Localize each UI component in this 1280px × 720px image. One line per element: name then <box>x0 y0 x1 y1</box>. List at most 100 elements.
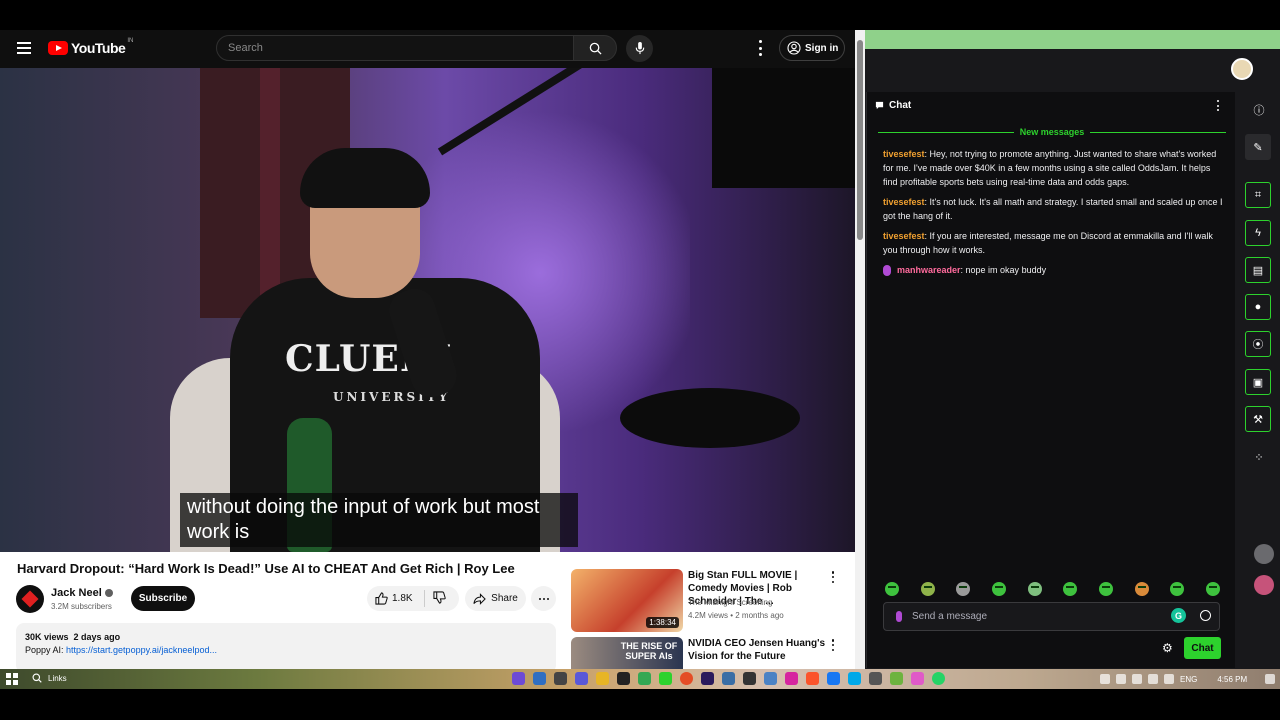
taskbar-app-icon[interactable] <box>617 672 630 685</box>
taskbar-app-icon[interactable] <box>638 672 651 685</box>
emoji-picker-icon[interactable] <box>1200 610 1211 621</box>
upload-date: 2 days ago <box>73 632 121 642</box>
youtube-header: YouTube IN Search Sign in <box>0 30 855 68</box>
system-tray: ENG 4:56 PM <box>1100 674 1276 684</box>
taskbar-app-icon[interactable] <box>827 672 840 685</box>
recommendation-item[interactable]: 1:38:34 Big Stan FULL MOVIE | Comedy Mov… <box>571 569 841 633</box>
notifications-icon[interactable] <box>1265 674 1276 684</box>
search-button[interactable] <box>573 35 617 61</box>
bottom-letterbox <box>0 689 1280 720</box>
speech-bubble-icon[interactable]: ● <box>1245 294 1271 320</box>
brave-icon[interactable] <box>806 672 819 685</box>
emote-icon[interactable] <box>1134 582 1149 596</box>
more-actions-button[interactable] <box>531 586 556 611</box>
emote-icon[interactable] <box>1027 582 1042 596</box>
taskbar-search[interactable]: Links <box>32 673 67 683</box>
share-button[interactable]: Share <box>465 586 526 611</box>
scrollbar-thumb[interactable] <box>857 40 863 240</box>
chrome-icon[interactable] <box>680 672 693 685</box>
user-badge-icon[interactable] <box>1254 575 1274 595</box>
chat-options-icon[interactable] <box>1215 100 1221 111</box>
emote-icon[interactable] <box>1205 582 1220 596</box>
folder-icon[interactable] <box>596 672 609 685</box>
info-icon[interactable]: ⓘ <box>1250 101 1268 119</box>
taskbar-app-icon[interactable] <box>764 672 777 685</box>
emote-icon[interactable] <box>1098 582 1113 596</box>
description-box[interactable]: 30K views 2 days ago Poppy AI: https://s… <box>16 623 556 669</box>
recommendation-menu-icon[interactable] <box>830 571 836 583</box>
language-indicator[interactable]: ENG <box>1180 675 1197 684</box>
taskbar-app-icon[interactable] <box>659 672 672 685</box>
apps-icon[interactable] <box>1254 544 1274 564</box>
taskbar-app-icon[interactable] <box>533 672 546 685</box>
taskbar-app-icon[interactable] <box>848 672 861 685</box>
taskbar-app-icon[interactable] <box>512 672 525 685</box>
microphone-icon[interactable] <box>896 611 902 622</box>
sign-in-button[interactable]: Sign in <box>779 35 845 61</box>
voice-search-button[interactable] <box>626 35 653 62</box>
logo-region: IN <box>127 38 134 44</box>
chat-username[interactable]: tivesefest <box>883 231 925 241</box>
chat-username[interactable]: manhwareader <box>897 265 961 275</box>
menu-icon[interactable] <box>17 42 31 54</box>
instagram-icon[interactable] <box>785 672 798 685</box>
recommendation-menu-icon[interactable] <box>830 639 836 651</box>
whatsapp-icon[interactable] <box>932 672 945 685</box>
settings-menu-icon[interactable] <box>755 40 765 56</box>
microphone-tray-icon[interactable] <box>1116 674 1126 684</box>
document-icon[interactable]: ▤ <box>1245 257 1271 283</box>
lightning-icon[interactable]: ϟ <box>1245 220 1271 246</box>
screenshot-icon[interactable]: ⌗ <box>1245 182 1271 208</box>
printer-icon[interactable]: ▣ <box>1245 369 1271 395</box>
emote-icon[interactable] <box>920 582 935 596</box>
page-scrollbar[interactable] <box>855 30 865 669</box>
channel-avatar[interactable] <box>16 585 44 613</box>
channel-name[interactable]: Jack Neel <box>51 587 113 599</box>
taskbar-search-label: Links <box>48 673 67 683</box>
pencil-icon[interactable]: ✎ <box>1245 134 1271 160</box>
start-menu-icon[interactable] <box>6 673 18 685</box>
subscriber-count: 3.2M subscribers <box>51 602 112 611</box>
wall-tv <box>712 68 855 188</box>
youtube-window: YouTube IN Search Sign in CLUELY UNIVERS… <box>0 30 865 669</box>
share-nodes-icon[interactable]: ⁘ <box>1250 448 1268 466</box>
emote-icon[interactable] <box>956 582 971 596</box>
taskbar-app-icon[interactable] <box>869 672 882 685</box>
divider-line-right <box>1090 131 1227 133</box>
emote-icon[interactable] <box>1063 582 1078 596</box>
chat-message-input[interactable]: Send a message <box>883 602 1220 631</box>
taskbar-app-icon[interactable] <box>911 672 924 685</box>
battery-icon[interactable] <box>1164 674 1174 684</box>
subscribe-button[interactable]: Subscribe <box>131 586 195 611</box>
video-player[interactable]: CLUELY UNIVERSITY without doing the inpu… <box>0 68 855 552</box>
emote-icon[interactable] <box>885 582 899 596</box>
chat-header: Chat <box>875 100 911 111</box>
chat-username[interactable]: tivesefest <box>883 149 925 159</box>
clock[interactable]: 4:56 PM <box>1217 675 1247 684</box>
profile-avatar[interactable] <box>1231 58 1253 80</box>
chat-send-button[interactable]: Chat <box>1184 637 1221 659</box>
emote-icon[interactable] <box>1170 582 1185 596</box>
description-link[interactable]: https://start.getpoppy.ai/jackneelpod... <box>66 645 217 655</box>
taskbar-app-icon[interactable] <box>575 672 588 685</box>
youtube-logo[interactable]: YouTube IN <box>48 38 134 56</box>
wrench-icon[interactable]: ⚒ <box>1245 406 1271 432</box>
broadcast-icon[interactable]: ⦿ <box>1245 331 1271 357</box>
tray-chevron-icon[interactable] <box>1100 674 1110 684</box>
taskbar-app-icon[interactable] <box>554 672 567 685</box>
wifi-icon[interactable] <box>1148 674 1158 684</box>
premiere-icon[interactable] <box>701 672 714 685</box>
emote-icon[interactable] <box>991 582 1006 596</box>
like-button[interactable]: 1.8K <box>367 590 425 607</box>
grammarly-icon[interactable]: G <box>1171 608 1186 623</box>
chat-settings-icon[interactable]: ⚙ <box>1162 641 1173 655</box>
chat-username[interactable]: tivesefest <box>883 197 925 207</box>
speaker-icon[interactable] <box>1132 674 1142 684</box>
taskbar-app-icon[interactable] <box>890 672 903 685</box>
taskbar-app-icon[interactable] <box>743 672 756 685</box>
dislike-button[interactable] <box>425 590 446 607</box>
taskbar-app-icon[interactable] <box>722 672 735 685</box>
recommendation-item[interactable]: THE RISE OF SUPER AIs NVIDIA CEO Jensen … <box>571 637 841 669</box>
logo-text: YouTube <box>71 40 126 56</box>
search-input[interactable]: Search <box>216 35 574 61</box>
